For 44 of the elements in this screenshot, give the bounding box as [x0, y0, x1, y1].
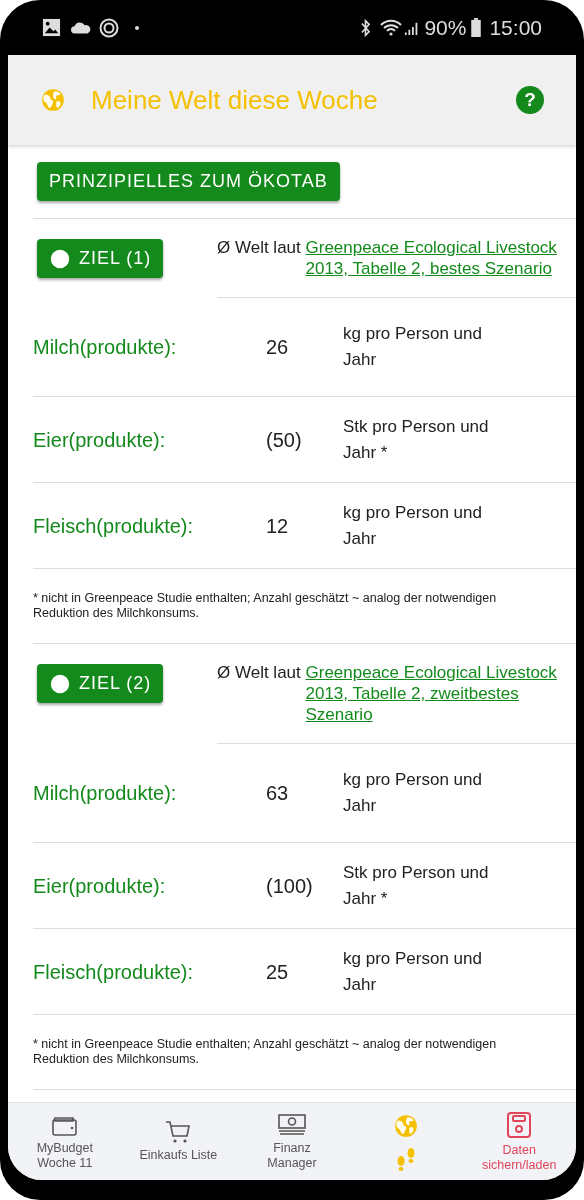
- amount-value: (100): [266, 873, 314, 899]
- goal-button[interactable]: ZIEL (1): [37, 239, 164, 278]
- unit-text: Stk pro Person und Jahr *: [343, 861, 490, 910]
- unit-text: kg pro Person und Jahr: [343, 769, 483, 817]
- footnote-text: * nicht in Greenpeace Studie enthalten; Anzahl geschätzt ~ analog der notwendigen Reduktion des Milchkonsums.: [33, 1036, 498, 1068]
- nav-tab[interactable]: MyBudget Woche 11: [8, 1112, 122, 1171]
- product-label: Milch(produkte):: [33, 781, 178, 806]
- source-text: Ø Welt laut: [217, 237, 302, 258]
- bluetooth-icon: [360, 18, 372, 37]
- product-label: Fleisch(produkte):: [33, 513, 195, 539]
- nav-tab[interactable]: Einkaufs Liste: [121, 1120, 236, 1163]
- image-icon: [42, 18, 61, 37]
- goal-button[interactable]: ZIEL (2): [37, 664, 164, 703]
- unit-text: Stk pro Person und Jahr *: [343, 415, 490, 464]
- amount-value: 26: [266, 335, 290, 360]
- unit-text: kg pro Person und Jahr: [343, 501, 483, 550]
- amount-value: 12: [266, 513, 290, 539]
- clock-time: 15:00: [489, 14, 542, 41]
- principles-button[interactable]: PRINZIPIELLES ZUM ÖKOTAB: [37, 162, 340, 201]
- wifi-icon: [379, 18, 404, 37]
- banknote-icon: [277, 1112, 307, 1137]
- amount-value: 25: [266, 959, 290, 985]
- product-label: Eier(produkte):: [33, 873, 167, 899]
- dot-icon: [135, 25, 139, 30]
- product-label: Eier(produkte):: [33, 427, 167, 453]
- unit-text: kg pro Person und Jahr: [343, 323, 483, 371]
- battery-percent: 90%: [424, 14, 467, 41]
- source-link[interactable]: Greenpeace Ecological Livestock 2013, Tabelle 2, zweitbestes Szenario: [305, 662, 567, 725]
- amount-value: 63: [266, 781, 290, 806]
- source-text: Ø Welt laut: [217, 662, 302, 683]
- nav-tab[interactable]: Finanz Manager: [235, 1112, 349, 1171]
- page-title: Meine Welt diese Woche: [91, 83, 379, 117]
- battery-icon: [471, 18, 482, 37]
- cart-icon: [165, 1120, 192, 1144]
- product-label: Milch(produkte):: [33, 335, 178, 360]
- source-link[interactable]: Greenpeace Ecological Livestock 2013, Tabelle 2, bestes Szenario: [305, 237, 567, 279]
- unit-text: kg pro Person und Jahr: [343, 947, 483, 996]
- cloud-icon: [71, 21, 91, 34]
- amount-value: (50): [266, 427, 303, 453]
- sync-icon: [99, 17, 119, 38]
- help-button[interactable]: ?: [516, 86, 544, 114]
- nav-tab[interactable]: Daten sichern/laden: [462, 1110, 576, 1173]
- footnote-text: * nicht in Greenpeace Studie enthalten; Anzahl geschätzt ~ analog der notwendigen Reduktion des Milchkonsums.: [33, 590, 498, 622]
- product-label: Fleisch(produkte):: [33, 959, 195, 985]
